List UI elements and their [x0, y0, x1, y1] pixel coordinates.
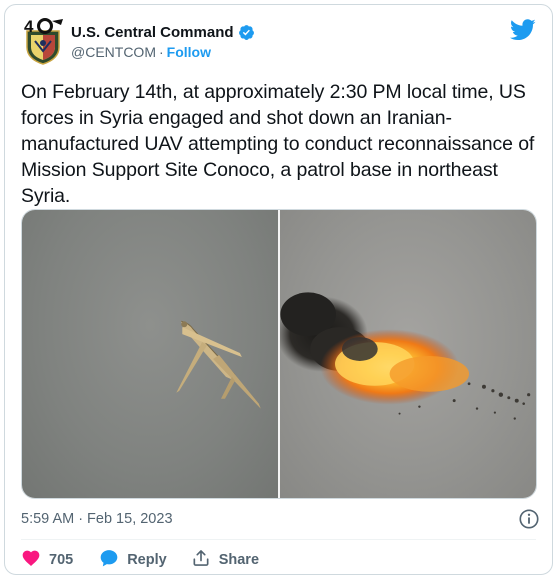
- uav-in-flight-photo[interactable]: [22, 210, 278, 498]
- tweet-time: 5:59 AM: [21, 511, 75, 527]
- verified-badge-icon: [238, 24, 255, 41]
- tweet-date: Feb 15, 2023: [87, 511, 173, 527]
- explosion-icon: [280, 292, 531, 420]
- reply-button[interactable]: Reply: [99, 548, 167, 572]
- tweet-header: 4 U.S. Central Command @CENTCOM · Follow: [19, 17, 538, 65]
- tweet-timestamp[interactable]: 5:59 AM · Feb 15, 2023: [21, 509, 173, 529]
- svg-text:4: 4: [24, 17, 34, 36]
- author-names: U.S. Central Command @CENTCOM · Follow: [71, 22, 255, 62]
- media-grid: [21, 209, 537, 499]
- share-icon: [191, 548, 211, 572]
- display-name[interactable]: U.S. Central Command: [71, 24, 234, 41]
- avatar[interactable]: 4: [21, 17, 65, 65]
- follow-button[interactable]: Follow: [167, 44, 211, 60]
- tweet-card: 4 U.S. Central Command @CENTCOM·Follow: [4, 4, 553, 575]
- twitter-bird-icon[interactable]: [509, 19, 536, 41]
- reply-label: Reply: [127, 552, 167, 568]
- tweet-text: On February 14th, at approximately 2:30 …: [21, 81, 535, 207]
- actions-divider: [21, 539, 536, 540]
- heart-icon: [21, 548, 41, 572]
- uav-explosion-photo[interactable]: [280, 210, 536, 498]
- uav-icon: [176, 320, 261, 409]
- handle-separator: ·: [158, 44, 164, 60]
- info-icon[interactable]: [518, 508, 540, 530]
- author-handle[interactable]: @CENTCOM: [71, 44, 156, 60]
- like-count: 705: [49, 552, 74, 568]
- tweet-actions: 705 Reply Share: [21, 548, 259, 572]
- centcom-logo-icon: 4: [24, 17, 63, 65]
- handle-row: @CENTCOM · Follow: [71, 44, 255, 62]
- share-button[interactable]: Share: [191, 548, 259, 572]
- like-button[interactable]: 705: [21, 548, 73, 572]
- reply-bubble-icon: [99, 548, 119, 572]
- share-label: Share: [218, 552, 260, 568]
- timestamp-separator: ·: [78, 511, 84, 527]
